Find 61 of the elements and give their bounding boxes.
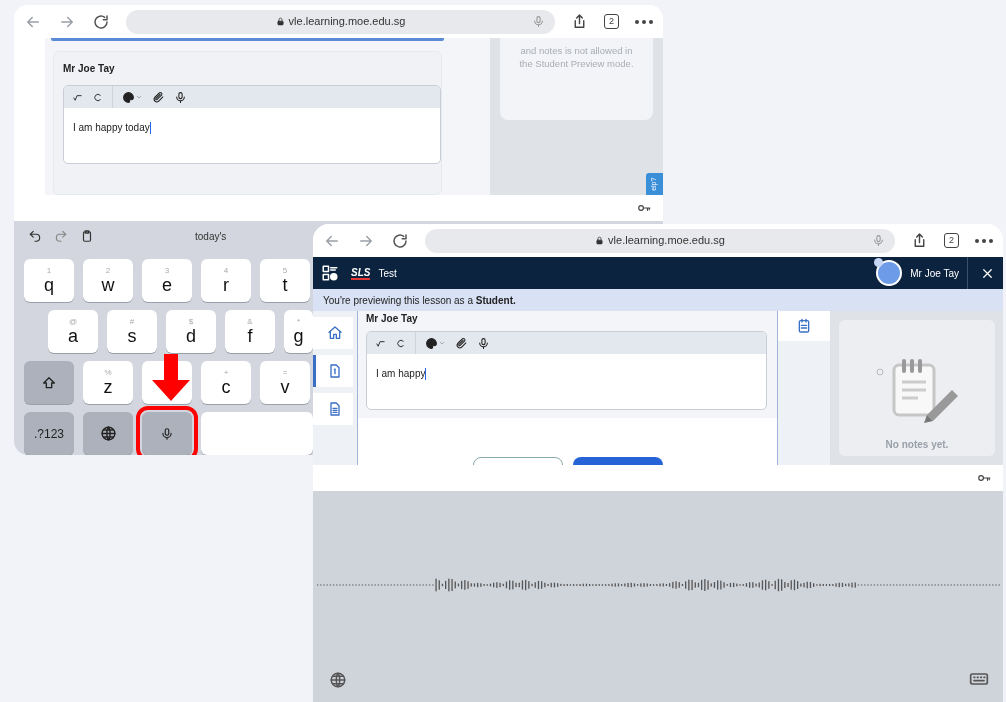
url-text: vle.learning.moe.edu.sg bbox=[608, 233, 725, 249]
address-bar[interactable]: vle.learning.moe.edu.sg bbox=[425, 228, 895, 253]
reload-icon[interactable] bbox=[92, 12, 110, 31]
globe-key[interactable] bbox=[83, 412, 133, 455]
app-logo: SLS bbox=[351, 266, 371, 280]
lock-icon bbox=[595, 236, 605, 245]
paperclip-icon[interactable] bbox=[152, 90, 165, 104]
letter-key[interactable]: 4 r bbox=[201, 259, 251, 302]
author-name: Mr Joe Tay bbox=[63, 62, 116, 76]
microphone-icon[interactable] bbox=[174, 90, 187, 104]
redo-icon[interactable] bbox=[92, 91, 103, 103]
letter-key[interactable]: 3 e bbox=[142, 259, 192, 302]
undo-icon[interactable] bbox=[28, 229, 42, 243]
more-icon[interactable] bbox=[635, 19, 653, 24]
sidebar-item[interactable] bbox=[313, 393, 353, 425]
palette-icon[interactable] bbox=[425, 336, 438, 350]
clipboard-icon[interactable] bbox=[80, 229, 94, 243]
letter-key[interactable]: + c bbox=[201, 361, 251, 404]
user-avatar[interactable] bbox=[876, 260, 903, 286]
globe-icon[interactable] bbox=[329, 671, 347, 689]
empty-notes-text: No notes yet. bbox=[885, 438, 949, 452]
letter-key[interactable]: 2 w bbox=[83, 259, 133, 302]
letter-key[interactable]: & f bbox=[225, 310, 275, 353]
menu-grid-icon[interactable] bbox=[321, 264, 339, 282]
sidebar-item[interactable] bbox=[313, 317, 353, 349]
lock-icon bbox=[275, 17, 285, 26]
shift-icon bbox=[41, 374, 57, 391]
letter-key[interactable]: 1 q bbox=[24, 259, 74, 302]
url-text: vle.learning.moe.edu.sg bbox=[288, 14, 406, 30]
letter-key[interactable]: * g bbox=[284, 310, 313, 353]
letter-key[interactable]: # s bbox=[107, 310, 157, 353]
tabs-button[interactable]: 2 bbox=[944, 233, 959, 248]
arrow-annotation bbox=[151, 354, 191, 402]
author-name: Mr Joe Tay bbox=[366, 312, 419, 326]
numbers-key[interactable]: .?123 bbox=[24, 412, 74, 455]
notes-tab[interactable] bbox=[778, 311, 830, 341]
letter-key[interactable]: $ d bbox=[166, 310, 216, 353]
home-icon bbox=[326, 325, 343, 341]
text-cursor bbox=[425, 368, 427, 381]
text-cursor bbox=[149, 122, 151, 135]
sidebar-item[interactable] bbox=[313, 355, 353, 387]
microphone-icon bbox=[160, 426, 174, 441]
notes-message: and notes is not allowed in the Student Preview mode. bbox=[518, 44, 635, 71]
letter-key[interactable]: 5 t bbox=[260, 259, 310, 302]
tabs-button[interactable]: 2 bbox=[604, 14, 619, 29]
globe-icon bbox=[99, 425, 117, 442]
notepad-icon bbox=[796, 318, 812, 334]
reload-icon[interactable] bbox=[391, 231, 409, 250]
letter-key[interactable]: = v bbox=[260, 361, 310, 404]
redo-icon[interactable] bbox=[395, 337, 406, 349]
suggestion[interactable]: today's bbox=[191, 228, 231, 244]
lesson-title: Test bbox=[378, 266, 397, 281]
letter-key[interactable]: % z bbox=[83, 361, 133, 404]
more-icon[interactable] bbox=[975, 238, 993, 243]
shift-key[interactable] bbox=[24, 361, 74, 404]
address-bar[interactable]: vle.learning.moe.edu.sg bbox=[126, 9, 555, 34]
letter-key[interactable]: @ a bbox=[48, 310, 98, 353]
microphone-icon[interactable] bbox=[477, 336, 490, 350]
preview-message: You're previewing this lesson as a Student. bbox=[323, 293, 516, 308]
palette-icon[interactable] bbox=[122, 90, 135, 104]
paperclip-icon[interactable] bbox=[455, 336, 468, 350]
